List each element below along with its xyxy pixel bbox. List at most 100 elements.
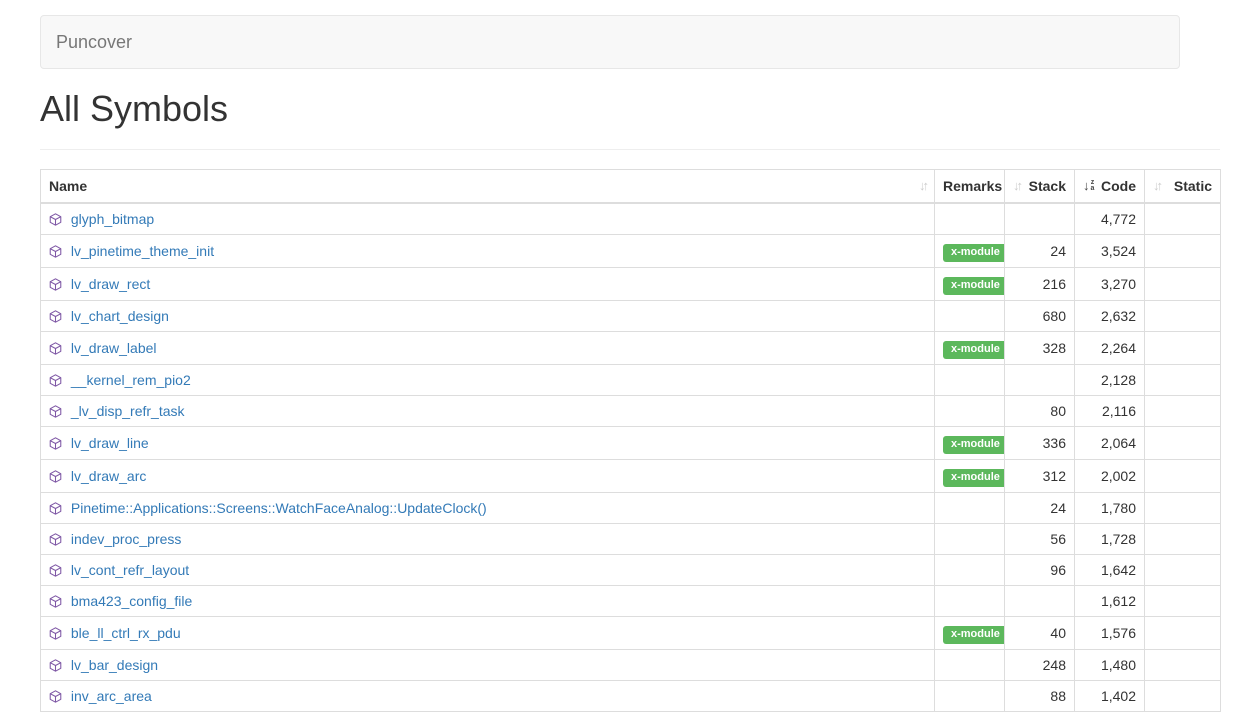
symbol-link[interactable]: lv_pinetime_theme_init <box>71 243 214 259</box>
divider <box>40 149 1220 150</box>
stack-value: 24 <box>1005 492 1075 523</box>
symbol-link[interactable]: lv_draw_line <box>71 435 149 451</box>
symbol-link[interactable]: glyph_bitmap <box>71 211 154 227</box>
column-label-stack: Stack <box>1029 176 1066 196</box>
static-value <box>1145 300 1221 331</box>
static-value <box>1145 364 1221 395</box>
stack-value: 248 <box>1005 649 1075 680</box>
code-value: 1,402 <box>1075 680 1145 711</box>
stack-value: 312 <box>1005 459 1075 492</box>
column-label-static: Static <box>1174 176 1212 196</box>
cube-icon <box>49 243 62 256</box>
stack-value: 56 <box>1005 523 1075 554</box>
remarks-cell: x-module <box>935 267 1005 300</box>
remarks-cell: x-module <box>935 426 1005 459</box>
stack-value <box>1005 364 1075 395</box>
remarks-cell <box>935 523 1005 554</box>
symbol-name-cell: __kernel_rem_pio2 <box>41 364 935 395</box>
symbol-name-cell: glyph_bitmap <box>41 203 935 235</box>
symbol-link[interactable]: lv_chart_design <box>71 308 169 324</box>
symbol-row: ble_ll_ctrl_rx_pdu x-module 40 1,576 <box>41 616 1221 649</box>
column-header-code[interactable]: ↓ z a Code <box>1075 169 1145 203</box>
static-value <box>1145 267 1221 300</box>
static-value <box>1145 459 1221 492</box>
symbol-row: inv_arc_area 88 1,402 <box>41 680 1221 711</box>
cube-icon <box>49 593 62 606</box>
cube-icon <box>49 372 62 385</box>
column-header-stack[interactable]: ↓↑ Stack <box>1005 169 1075 203</box>
stack-value: 328 <box>1005 331 1075 364</box>
static-value <box>1145 680 1221 711</box>
stack-value: 24 <box>1005 234 1075 267</box>
symbol-name-cell: lv_pinetime_theme_init <box>41 234 935 267</box>
symbol-link[interactable]: Pinetime::Applications::Screens::WatchFa… <box>71 500 487 516</box>
symbol-name-cell: lv_draw_line <box>41 426 935 459</box>
remarks-cell <box>935 585 1005 616</box>
code-value: 2,632 <box>1075 300 1145 331</box>
stack-value <box>1005 203 1075 235</box>
column-header-static[interactable]: ↓↑ Static <box>1145 169 1221 203</box>
symbols-table-body: glyph_bitmap 4,772 lv_pinetime_theme_ini… <box>41 203 1221 712</box>
x-module-badge: x-module <box>943 626 1005 644</box>
column-header-name[interactable]: Name ↓↑ <box>41 169 935 203</box>
symbol-link[interactable]: ble_ll_ctrl_rx_pdu <box>71 625 181 641</box>
symbols-table: Name ↓↑ Remarks ↓↑ Stack ↓ <box>40 169 1221 712</box>
symbol-link[interactable]: lv_draw_arc <box>71 468 146 484</box>
code-value: 2,264 <box>1075 331 1145 364</box>
symbol-link[interactable]: lv_draw_rect <box>71 276 150 292</box>
code-value: 2,128 <box>1075 364 1145 395</box>
static-value <box>1145 395 1221 426</box>
symbol-link[interactable]: bma423_config_file <box>71 593 192 609</box>
code-value: 2,116 <box>1075 395 1145 426</box>
x-module-badge: x-module <box>943 244 1005 262</box>
remarks-cell: x-module <box>935 459 1005 492</box>
remarks-cell <box>935 680 1005 711</box>
code-value: 1,728 <box>1075 523 1145 554</box>
symbol-name-cell: lv_bar_design <box>41 649 935 680</box>
symbol-name-cell: indev_proc_press <box>41 523 935 554</box>
navbar-brand[interactable]: Puncover <box>41 16 147 68</box>
sort-descending-icon: ↓ z a <box>1083 176 1094 196</box>
x-module-badge: x-module <box>943 341 1005 359</box>
column-label-remarks: Remarks <box>943 178 1002 194</box>
x-module-badge: x-module <box>943 436 1005 454</box>
static-value <box>1145 331 1221 364</box>
stack-value: 96 <box>1005 554 1075 585</box>
symbol-link[interactable]: __kernel_rem_pio2 <box>71 372 191 388</box>
symbol-row: bma423_config_file 1,612 <box>41 585 1221 616</box>
column-label-code: Code <box>1101 176 1136 196</box>
stack-value: 40 <box>1005 616 1075 649</box>
remarks-cell <box>935 364 1005 395</box>
static-value <box>1145 649 1221 680</box>
symbol-link[interactable]: lv_bar_design <box>71 657 158 673</box>
code-value: 3,270 <box>1075 267 1145 300</box>
static-value <box>1145 426 1221 459</box>
stack-value <box>1005 585 1075 616</box>
symbol-row: lv_draw_arc x-module 312 2,002 <box>41 459 1221 492</box>
symbol-name-cell: lv_draw_arc <box>41 459 935 492</box>
symbol-name-cell: ble_ll_ctrl_rx_pdu <box>41 616 935 649</box>
symbol-row: lv_cont_refr_layout 96 1,642 <box>41 554 1221 585</box>
cube-icon <box>49 211 62 224</box>
code-value: 4,772 <box>1075 203 1145 235</box>
remarks-cell <box>935 395 1005 426</box>
navbar: Puncover <box>40 15 1180 69</box>
symbol-link[interactable]: inv_arc_area <box>71 688 152 704</box>
symbol-row: glyph_bitmap 4,772 <box>41 203 1221 235</box>
cube-icon <box>49 562 62 575</box>
code-value: 1,780 <box>1075 492 1145 523</box>
remarks-cell <box>935 300 1005 331</box>
symbol-row: lv_pinetime_theme_init x-module 24 3,524 <box>41 234 1221 267</box>
remarks-cell <box>935 649 1005 680</box>
page: Puncover All Symbols Name ↓↑ Remarks <box>0 15 1260 712</box>
symbol-link[interactable]: indev_proc_press <box>71 531 182 547</box>
code-value: 1,480 <box>1075 649 1145 680</box>
symbol-row: _lv_disp_refr_task 80 2,116 <box>41 395 1221 426</box>
code-value: 2,002 <box>1075 459 1145 492</box>
static-value <box>1145 616 1221 649</box>
symbol-link[interactable]: lv_cont_refr_layout <box>71 562 189 578</box>
symbol-link[interactable]: _lv_disp_refr_task <box>71 403 185 419</box>
column-header-remarks[interactable]: Remarks <box>935 169 1005 203</box>
symbol-name-cell: bma423_config_file <box>41 585 935 616</box>
symbol-link[interactable]: lv_draw_label <box>71 340 157 356</box>
